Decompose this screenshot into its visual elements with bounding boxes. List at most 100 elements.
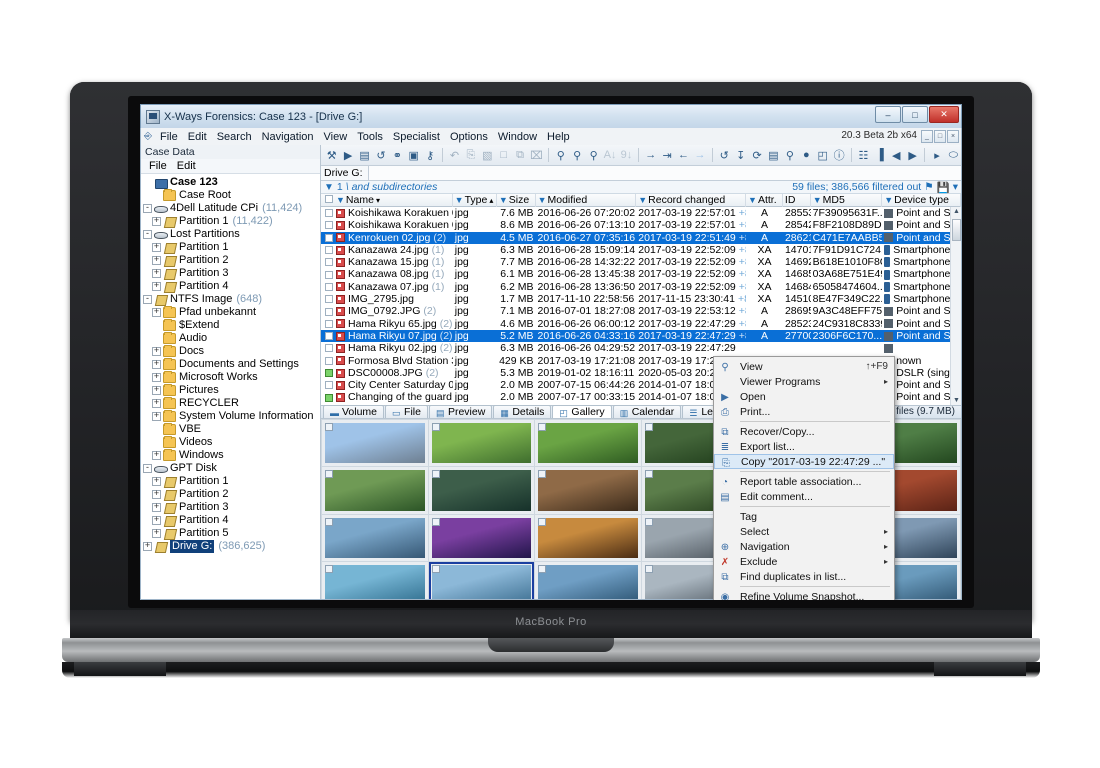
tree-item-partition-3[interactable]: Partition 3 bbox=[143, 501, 320, 514]
scroll-up-arrow[interactable]: ▲ bbox=[952, 207, 961, 216]
tree-expander[interactable] bbox=[152, 399, 161, 408]
back-arrow-icon[interactable]: ← bbox=[676, 147, 691, 164]
row-checkbox[interactable] bbox=[325, 319, 333, 328]
tree-expander[interactable] bbox=[152, 373, 161, 382]
thumbnail-checkbox[interactable] bbox=[538, 470, 546, 479]
column-header-name[interactable]: ▼Name ▾ bbox=[321, 193, 453, 207]
tree-item-ntfs-image[interactable]: NTFS Image(648) bbox=[143, 293, 320, 306]
pipette-icon[interactable]: ⚒ bbox=[324, 147, 339, 164]
thumbnail-checkbox[interactable] bbox=[644, 517, 653, 526]
menu-edit[interactable]: Edit bbox=[183, 130, 212, 144]
context-menu-item-open[interactable]: ▶ Open bbox=[714, 389, 894, 404]
column-header-record-changed[interactable]: ▼Record changed bbox=[636, 193, 747, 207]
refresh-icon[interactable]: ↺ bbox=[373, 147, 388, 164]
thumbnail-checkbox[interactable] bbox=[538, 422, 546, 431]
row-checkbox[interactable] bbox=[325, 282, 333, 291]
recover-icon[interactable]: ↺ bbox=[717, 147, 732, 164]
tree-expander[interactable] bbox=[152, 503, 161, 512]
menu-tools[interactable]: Tools bbox=[352, 130, 388, 144]
key-icon[interactable]: ⚷ bbox=[422, 147, 437, 164]
funnel-reset-icon[interactable]: ▾ bbox=[953, 181, 958, 193]
mdi-close-button[interactable]: × bbox=[947, 130, 959, 143]
thumbnail-checkbox[interactable] bbox=[644, 470, 653, 479]
gallery-thumbnail[interactable] bbox=[322, 562, 428, 599]
context-menu-item-refine-volume-snapshot[interactable]: ◉ Refine Volume Snapshot... bbox=[714, 589, 894, 601]
column-header-modified[interactable]: ▼Modified bbox=[536, 193, 637, 207]
row-checkbox[interactable] bbox=[325, 332, 333, 341]
save-icon[interactable]: ▤ bbox=[357, 147, 372, 164]
window-icon[interactable]: ▣ bbox=[406, 147, 421, 164]
thumbnail-checkbox[interactable] bbox=[325, 470, 333, 479]
row-checkbox[interactable] bbox=[325, 221, 333, 230]
table-row[interactable]: Kanazawa 24.jpg (1) jpg 6.3 MB 2016-06-28 15… bbox=[321, 244, 961, 256]
menu-help[interactable]: Help bbox=[542, 130, 575, 144]
tree-expander[interactable] bbox=[143, 295, 152, 304]
tree-expander[interactable] bbox=[143, 204, 152, 213]
tab-calendar[interactable]: ▥ Calendar bbox=[612, 405, 682, 419]
tree-expander[interactable] bbox=[152, 360, 161, 369]
column-filter-icon[interactable]: ▼ bbox=[336, 195, 345, 205]
column-header-size[interactable]: ▼Size bbox=[497, 193, 536, 207]
context-menu-item-exclude[interactable]: ✗ Exclude ▸ bbox=[714, 554, 894, 569]
column-filter-icon[interactable]: ▼ bbox=[638, 195, 647, 205]
tree-expander[interactable] bbox=[143, 464, 152, 473]
gallery-thumbnail[interactable] bbox=[322, 514, 428, 562]
row-checkbox[interactable] bbox=[325, 356, 333, 365]
context-menu-item-copy-2017-03-19-22-47-29[interactable]: ⎘ Copy "2017-03-19 22:47:29 ..." bbox=[714, 454, 894, 469]
menu-options[interactable]: Options bbox=[445, 130, 493, 144]
tree-item-drive-g[interactable]: Drive G:(386,625) bbox=[143, 540, 320, 553]
context-menu-item-print[interactable]: ⎙ Print... bbox=[714, 404, 894, 419]
tree-expander[interactable] bbox=[152, 217, 161, 226]
row-checkbox[interactable] bbox=[325, 209, 333, 218]
table-row[interactable]: IMG_2795.jpg jpg 1.7 MB 2017-11-10 22:58:56… bbox=[321, 293, 961, 305]
tree-item-partition-4[interactable]: Partition 4 bbox=[143, 514, 320, 527]
case-menu-edit[interactable]: Edit bbox=[173, 160, 200, 172]
binoculars-red-icon[interactable]: ⚲ bbox=[586, 147, 601, 164]
minimize-button[interactable]: – bbox=[875, 106, 901, 123]
tree-item-windows[interactable]: Windows bbox=[143, 449, 320, 462]
search-icon[interactable]: ⚲ bbox=[782, 147, 797, 164]
flag-icon[interactable]: ⚑ bbox=[924, 181, 933, 193]
file-list-scrollbar[interactable]: ▲ ▼ bbox=[950, 207, 961, 405]
row-checkbox[interactable] bbox=[325, 369, 333, 377]
clear-icon[interactable]: ⌧ bbox=[529, 147, 544, 164]
column-header-attr-[interactable]: ▼Attr. bbox=[746, 193, 783, 207]
eraser-icon[interactable]: ⬭ bbox=[946, 147, 961, 164]
table-row[interactable]: Koishikawa Korakuen 08.jpg(2)jpg7.6 MB20… bbox=[321, 207, 961, 219]
column-filter-icon[interactable]: ▼ bbox=[813, 195, 822, 205]
tree-expander[interactable] bbox=[152, 412, 161, 421]
tree-item-recycler[interactable]: RECYCLER bbox=[143, 397, 320, 410]
binoculars-blue-icon[interactable]: ⚲ bbox=[570, 147, 585, 164]
table-row[interactable]: Koishikawa Korakuen 03.jpg(2)jpg8.6 MB20… bbox=[321, 219, 961, 231]
mdi-restore-button[interactable]: □ bbox=[934, 130, 946, 143]
thumbnail-checkbox[interactable] bbox=[644, 422, 653, 431]
tree-item-partition-5[interactable]: Partition 5 bbox=[143, 527, 320, 540]
tree-item-partition-1[interactable]: Partition 1 bbox=[143, 241, 320, 254]
table-row[interactable]: Kanazawa 15.jpg (1) jpg 7.7 MB 2016-06-28 14… bbox=[321, 256, 961, 268]
tree-expander[interactable] bbox=[143, 542, 152, 551]
undo-icon[interactable]: ↶ bbox=[447, 147, 462, 164]
step-end-icon[interactable]: ⇥ bbox=[659, 147, 674, 164]
context-menu-item-view[interactable]: ⚲ View ↑+F9 bbox=[714, 359, 894, 374]
tree-item-partition-4[interactable]: Partition 4 bbox=[143, 280, 320, 293]
scrollbar-thumb[interactable] bbox=[952, 219, 961, 241]
gallery-thumbnail[interactable] bbox=[535, 514, 641, 562]
tree-expander[interactable] bbox=[152, 256, 161, 265]
step-icon[interactable]: → bbox=[643, 147, 658, 164]
table-row[interactable]: Hama Rikyu 02.jpg (2) jpg 6.3 MB 2016-06-26 … bbox=[321, 342, 961, 354]
gallery-icon[interactable]: ◰ bbox=[815, 147, 830, 164]
tree-item-partition-2[interactable]: Partition 2 bbox=[143, 488, 320, 501]
tree-expander[interactable] bbox=[152, 269, 161, 278]
tree-expander[interactable] bbox=[152, 477, 161, 486]
prev-icon[interactable]: ◀ bbox=[889, 147, 904, 164]
context-menu-item-viewer-programs[interactable]: Viewer Programs ▸ bbox=[714, 374, 894, 389]
column-header-device-type[interactable]: ▼Device type bbox=[882, 193, 962, 207]
thumbnail-checkbox[interactable] bbox=[431, 517, 440, 526]
menu-navigation[interactable]: Navigation bbox=[257, 130, 319, 144]
tree-item-pictures[interactable]: Pictures bbox=[143, 384, 320, 397]
tree-expander[interactable] bbox=[152, 282, 161, 291]
tree-expander[interactable] bbox=[152, 516, 161, 525]
thumbnail-checkbox[interactable] bbox=[431, 565, 440, 574]
table-row[interactable]: IMG_0792.JPG (2) jpg 7.1 MB 2016-07-01 18:27… bbox=[321, 305, 961, 317]
tree-expander[interactable] bbox=[152, 347, 161, 356]
